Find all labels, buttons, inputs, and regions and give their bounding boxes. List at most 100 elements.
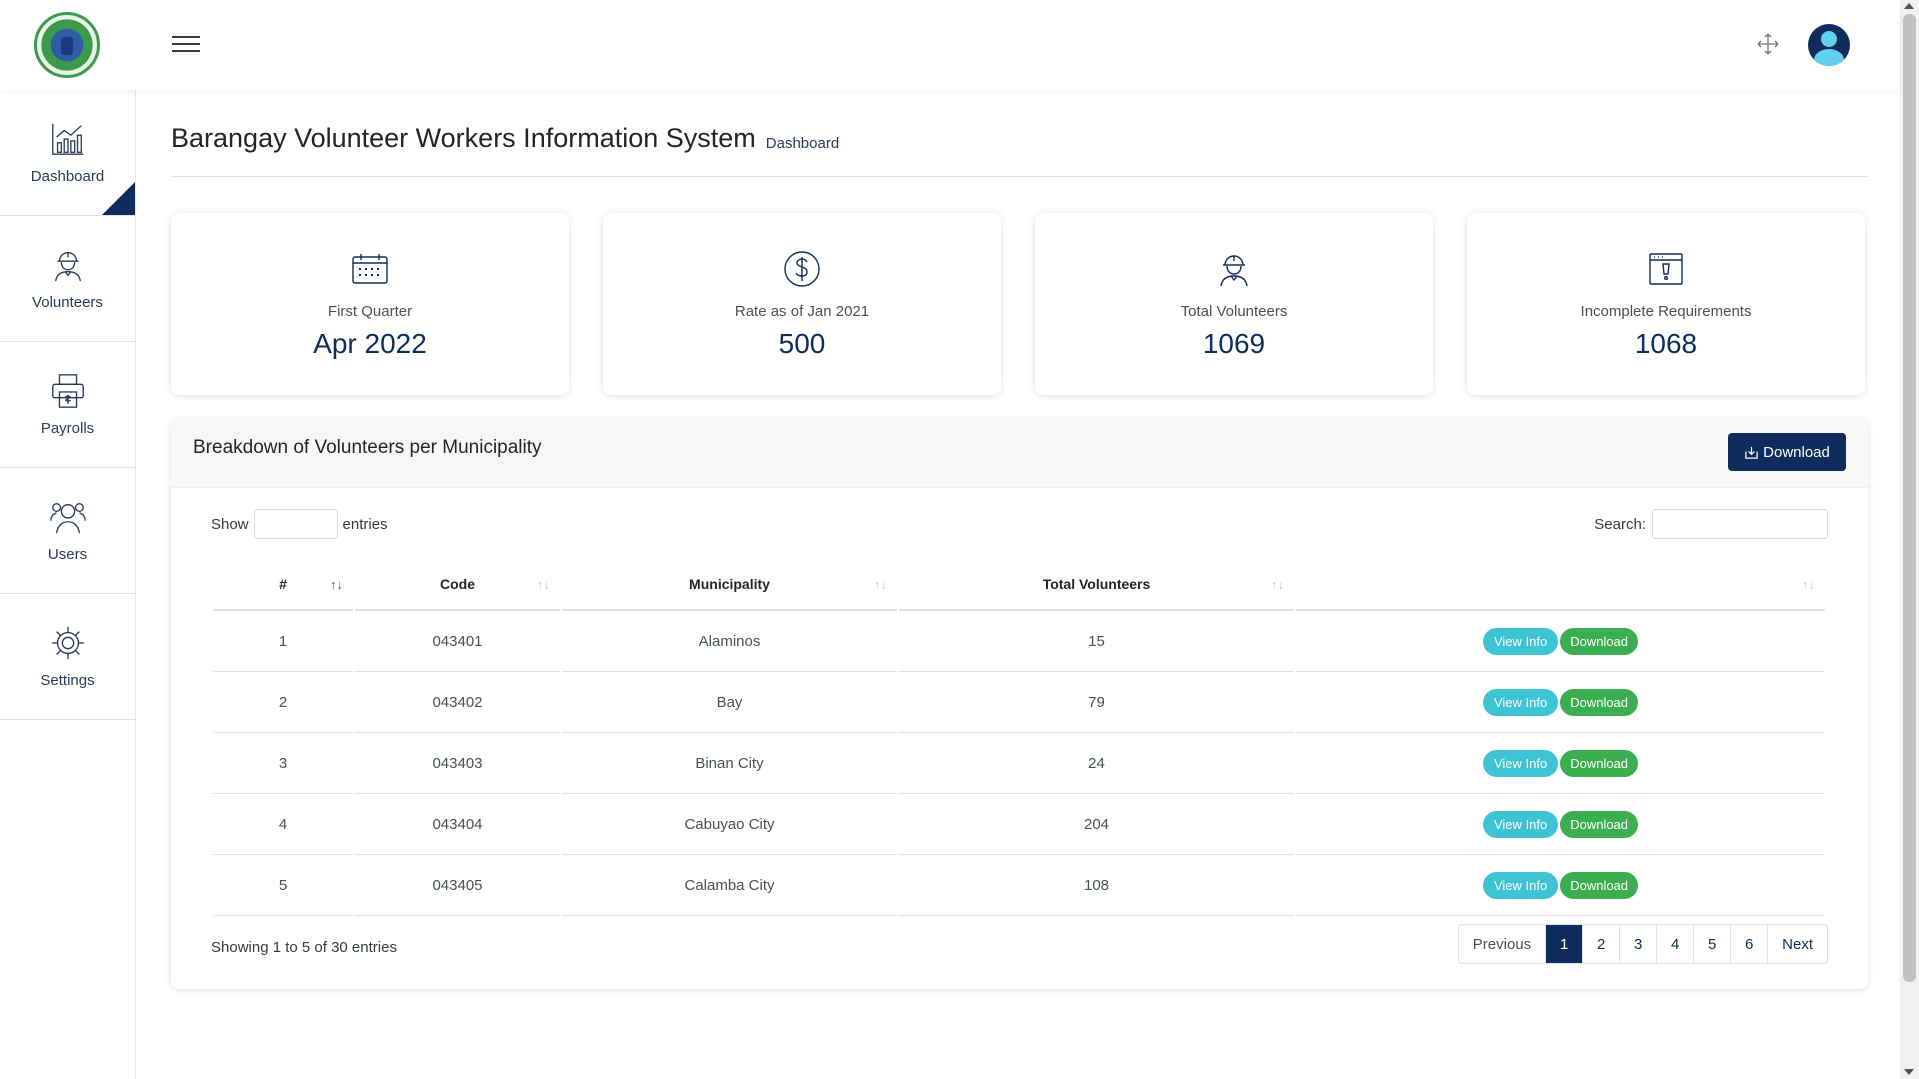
sort-icon: ↑↓	[537, 577, 550, 592]
stat-label: Total Volunteers	[1180, 303, 1288, 320]
table-info: Showing 1 to 5 of 30 entries	[211, 939, 397, 956]
scrollbar-thumb[interactable]	[1903, 14, 1916, 982]
pagination-page-2[interactable]: 2	[1582, 925, 1619, 963]
scroll-up-arrow[interactable]	[1904, 3, 1914, 9]
row-download-button[interactable]: Download	[1560, 810, 1639, 838]
alert-window-icon	[1649, 253, 1683, 285]
sidebar-item-label: Dashboard	[30, 168, 105, 185]
sidebar-item-label: Payrolls	[40, 420, 95, 437]
cell-municipality: Binan City	[562, 733, 897, 794]
row-download-button[interactable]: Download	[1560, 627, 1639, 655]
view-info-button[interactable]: View Info	[1482, 749, 1559, 777]
view-info-button[interactable]: View Info	[1482, 688, 1559, 716]
cell-actions: View Info Download	[1296, 855, 1825, 916]
column-header-code[interactable]: Code ↑↓	[355, 559, 560, 611]
sort-icon: ↑↓	[874, 577, 887, 592]
pagination-page-1[interactable]: 1	[1545, 925, 1583, 963]
sidebar-item-payrolls[interactable]: Payrolls	[0, 342, 135, 468]
table-row: 5 043405 Calamba City 108 View Info Downl…	[213, 855, 1825, 916]
stat-card-total-volunteers: Total Volunteers 1069	[1035, 213, 1433, 395]
panel-title: Breakdown of Volunteers per Municipality	[193, 437, 542, 458]
sidebar-item-settings[interactable]: Settings	[0, 594, 135, 720]
breakdown-panel: Breakdown of Volunteers per Municipality…	[171, 419, 1868, 989]
organization-seal-logo[interactable]	[34, 12, 100, 78]
row-download-button[interactable]: Download	[1560, 749, 1639, 777]
cell-number: 4	[213, 794, 353, 855]
sort-icon: ↑↓	[1271, 577, 1284, 592]
user-avatar-icon[interactable]	[1808, 24, 1850, 66]
cell-actions: View Info Download	[1296, 611, 1825, 672]
cell-number: 5	[213, 855, 353, 916]
column-header-total[interactable]: Total Volunteers ↑↓	[899, 559, 1294, 611]
download-report-label: Download	[1763, 443, 1830, 461]
scroll-down-arrow[interactable]	[1904, 1069, 1914, 1075]
download-report-button[interactable]: Download	[1728, 433, 1846, 471]
cell-code: 043401	[355, 611, 560, 672]
cell-total: 204	[899, 794, 1294, 855]
pagination-page-4[interactable]: 4	[1656, 925, 1693, 963]
sidebar-item-label: Settings	[40, 672, 95, 689]
table-row: 2 043402 Bay 79 View Info Download	[213, 672, 1825, 733]
cell-code: 043405	[355, 855, 560, 916]
stat-card-quarter: First Quarter Apr 2022	[171, 213, 569, 395]
sidebar-item-label: Users	[47, 546, 88, 563]
cell-total: 79	[899, 672, 1294, 733]
table-row: 3 043403 Binan City 24 View Info Download	[213, 733, 1825, 794]
cell-municipality: Calamba City	[562, 855, 897, 916]
page-header: Barangay Volunteer Workers Information S…	[171, 90, 1868, 177]
hamburger-icon[interactable]	[172, 36, 200, 54]
cell-municipality: Bay	[562, 672, 897, 733]
show-label: Show	[211, 515, 249, 533]
pagination-page-3[interactable]: 3	[1619, 925, 1656, 963]
stat-cards: First Quarter Apr 2022 Rate as of Jan 20…	[171, 213, 1868, 395]
municipality-table: # ↑↓ Code ↑↓ Municipality ↑↓ Total Voluntee…	[211, 559, 1827, 916]
pagination-previous[interactable]: Previous	[1459, 925, 1545, 963]
view-info-button[interactable]: View Info	[1482, 871, 1559, 899]
download-icon	[1745, 446, 1758, 459]
view-info-button[interactable]: View Info	[1482, 810, 1559, 838]
cell-municipality: Cabuyao City	[562, 794, 897, 855]
row-download-button[interactable]: Download	[1560, 871, 1639, 899]
sidebar: Dashboard Volunteers Payrolls Users Sett…	[0, 90, 136, 1079]
sidebar-item-dashboard[interactable]: Dashboard	[0, 90, 135, 216]
sidebar-item-volunteers[interactable]: Volunteers	[0, 216, 135, 342]
view-info-button[interactable]: View Info	[1482, 627, 1559, 655]
stat-value: 1069	[1202, 328, 1266, 359]
table-row: 4 043404 Cabuyao City 204 View Info Downl…	[213, 794, 1825, 855]
cell-total: 15	[899, 611, 1294, 672]
expand-arrows-icon[interactable]	[1756, 32, 1780, 56]
sidebar-item-users[interactable]: Users	[0, 468, 135, 594]
cell-number: 3	[213, 733, 353, 794]
stat-value: 1068	[1634, 328, 1698, 359]
pagination-page-5[interactable]: 5	[1693, 925, 1730, 963]
cell-number: 2	[213, 672, 353, 733]
table-header-row: # ↑↓ Code ↑↓ Municipality ↑↓ Total Voluntee…	[213, 559, 1825, 611]
cell-code: 043404	[355, 794, 560, 855]
entries-label: entries	[342, 515, 388, 533]
entries-select[interactable]	[253, 509, 338, 539]
stat-label: Rate as of Jan 2021	[734, 303, 870, 320]
cell-code: 043403	[355, 733, 560, 794]
page-scrollbar[interactable]	[1900, 0, 1919, 1079]
row-download-button[interactable]: Download	[1560, 688, 1639, 716]
worker-icon	[1220, 255, 1248, 287]
pagination: Previous 1 2 3 4 5 6 Next	[1457, 924, 1828, 964]
panel-header: Breakdown of Volunteers per Municipality…	[171, 419, 1868, 488]
column-header-number[interactable]: # ↑↓	[213, 559, 353, 611]
printer-payroll-icon	[51, 374, 84, 408]
cell-municipality: Alaminos	[562, 611, 897, 672]
page-title: Barangay Volunteer Workers Information S…	[171, 123, 756, 153]
cell-code: 043402	[355, 672, 560, 733]
table-row: 1 043401 Alaminos 15 View Info Download	[213, 611, 1825, 672]
pagination-next[interactable]: Next	[1767, 925, 1827, 963]
gear-icon	[51, 626, 84, 660]
table-search: Search:	[1594, 509, 1828, 539]
column-header-actions[interactable]: ↑↓	[1296, 559, 1825, 611]
cell-actions: View Info Download	[1296, 733, 1825, 794]
column-header-municipality[interactable]: Municipality ↑↓	[562, 559, 897, 611]
cell-actions: View Info Download	[1296, 672, 1825, 733]
search-input[interactable]	[1652, 509, 1828, 539]
cell-total: 108	[899, 855, 1294, 916]
sort-icon: ↑↓	[330, 577, 343, 592]
pagination-page-6[interactable]: 6	[1730, 925, 1767, 963]
